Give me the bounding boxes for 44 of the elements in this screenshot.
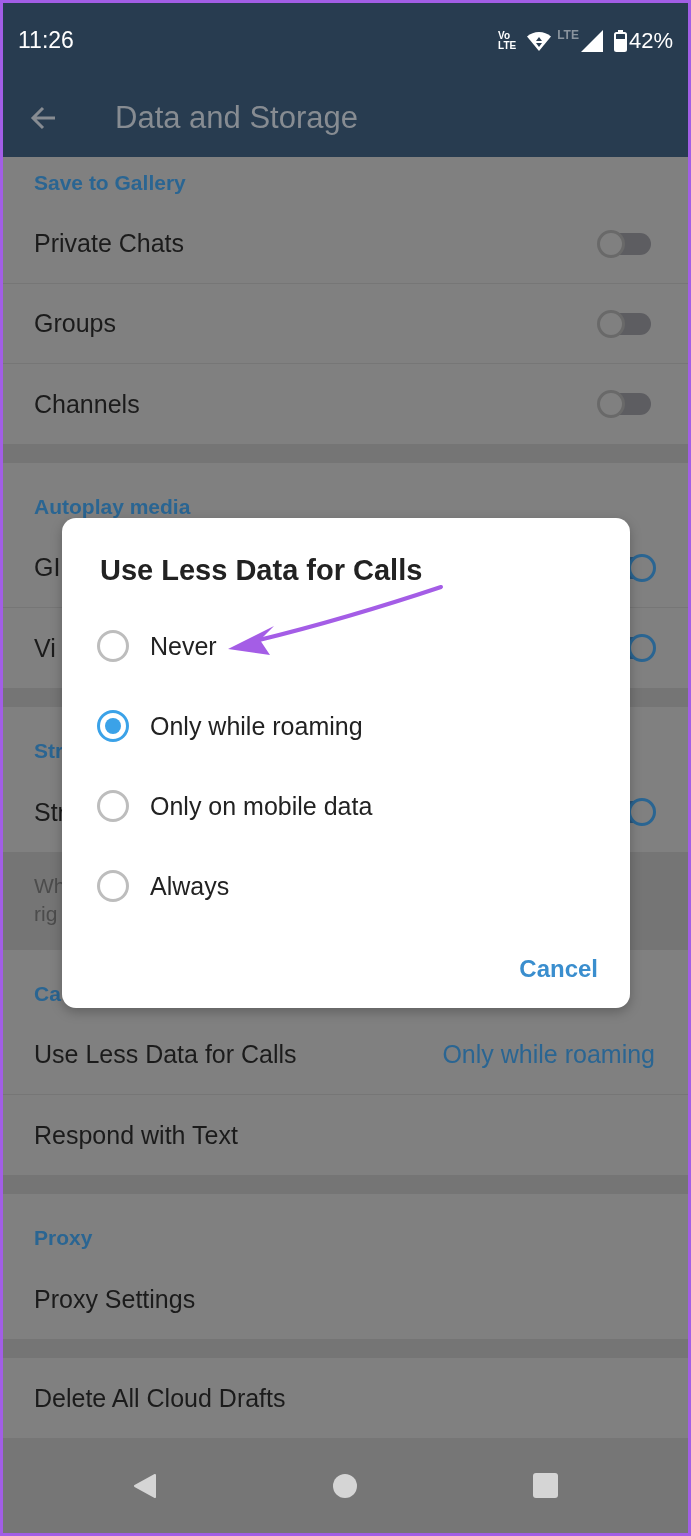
clock: 11:26 <box>18 27 74 54</box>
setting-label[interactable]: Proxy Settings <box>34 1284 196 1314</box>
battery-icon <box>613 29 627 52</box>
setting-label: Channels <box>34 389 140 419</box>
section-header: Ca <box>34 983 61 1004</box>
toggle-knob[interactable] <box>597 229 625 258</box>
back-icon[interactable] <box>133 1472 157 1499</box>
section-header: Proxy <box>34 1227 93 1248</box>
radio-button[interactable] <box>97 710 129 742</box>
setting-label: Groups <box>34 309 116 338</box>
setting-label[interactable]: Use Less Data for Calls <box>34 1040 297 1069</box>
setting-label[interactable]: Respond with Text <box>34 1120 238 1150</box>
toggle-knob[interactable] <box>628 553 656 582</box>
network-type: LTE <box>557 27 579 42</box>
square-icon[interactable] <box>532 1473 558 1498</box>
setting-label: Str <box>34 797 66 827</box>
setting-label: Private Chats <box>34 229 185 258</box>
radio-button[interactable] <box>97 870 129 902</box>
signal-icon <box>580 29 603 52</box>
section-header: Save to Gallery <box>34 172 186 193</box>
setting-label: Vi <box>34 633 56 663</box>
option-label[interactable]: Only while roaming <box>150 711 363 741</box>
dialog-title: Use Less Data for Calls <box>100 553 424 588</box>
radio-button[interactable] <box>97 630 129 662</box>
section-header: Autoplay media <box>34 496 191 517</box>
toggle-knob[interactable] <box>628 798 656 826</box>
setting-label: GI <box>34 553 61 582</box>
option-label[interactable]: Never <box>150 631 217 661</box>
cancel-button[interactable]: Cancel <box>511 947 606 991</box>
home-icon[interactable] <box>333 1473 357 1498</box>
toggle-knob[interactable] <box>628 634 656 662</box>
volte-indicator: Vo LTE <box>498 30 517 51</box>
option-label[interactable]: Always <box>150 871 230 901</box>
setting-label[interactable]: Delete All Cloud Drafts <box>34 1383 286 1413</box>
option-label[interactable]: Only on mobile data <box>150 791 373 821</box>
battery-level: 42% <box>628 27 673 54</box>
radio-button[interactable] <box>97 790 129 822</box>
wifi-icon <box>527 30 552 51</box>
setting-value: Only while roaming <box>442 1040 655 1069</box>
section-header: Str <box>34 740 64 761</box>
back-arrow-icon <box>30 105 56 130</box>
toggle-knob[interactable] <box>597 309 625 338</box>
toggle-knob[interactable] <box>597 390 625 418</box>
screen-title: Data and Storage <box>115 99 358 136</box>
